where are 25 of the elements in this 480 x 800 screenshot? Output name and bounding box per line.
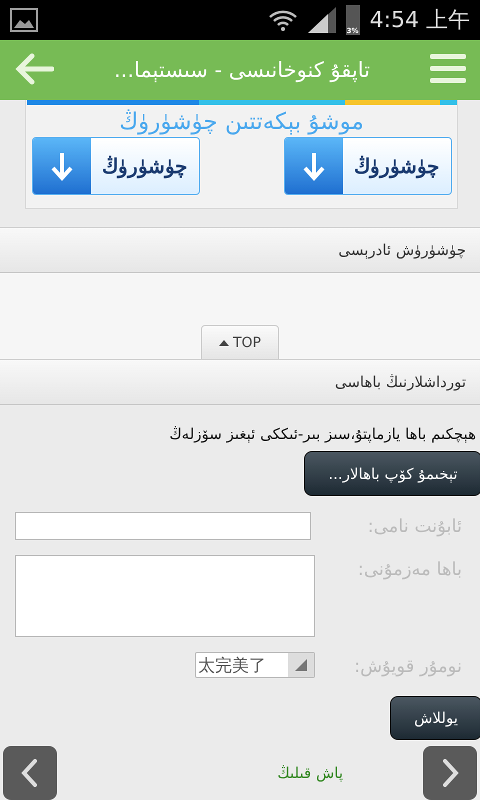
next-button[interactable] xyxy=(423,746,477,800)
dropdown-value: 太完美了 xyxy=(197,654,267,676)
image-icon xyxy=(10,8,38,32)
report-link[interactable]: پاش قىلىڭ xyxy=(57,764,423,782)
submit-button[interactable]: يوللاش xyxy=(390,696,480,740)
down-arrow-icon xyxy=(302,151,326,181)
caret-up-icon xyxy=(218,340,229,346)
input-field[interactable] xyxy=(15,512,311,540)
text-area[interactable] xyxy=(15,555,315,637)
top-button[interactable]: TOP xyxy=(201,325,279,361)
dropdown[interactable]: 太完美了 xyxy=(195,652,315,678)
page-title: تاپقۇ كنوخانىسى - سىستېما... xyxy=(112,58,372,82)
section-title: تورداشلارنىڭ باھاسى xyxy=(334,373,466,391)
download-button[interactable]: چۈشۈرۈڭ xyxy=(284,137,452,195)
previous-button[interactable] xyxy=(3,746,57,800)
more-comments-button[interactable]: تېخىمۇ كۆپ باھالار... xyxy=(304,451,480,496)
section-title: چۈشۈرۈش ئادرېسى xyxy=(338,241,466,259)
down-arrow-icon xyxy=(50,151,74,181)
download-button[interactable]: چۈشۈرۈڭ xyxy=(32,137,200,195)
clock: 4:54 上午 xyxy=(370,7,470,35)
dropdown-arrow-icon xyxy=(295,659,307,671)
banner-title: موشۇ بېكەتتىن چۈشۈرۈڭ xyxy=(119,109,364,135)
signal-icon xyxy=(308,7,336,33)
wifi-icon xyxy=(268,8,298,32)
no-comments-text: ھېچكىم باھا يازماپتۇ،سىز بىر-ئىككى ئېغىز سۆزلەڭ xyxy=(169,425,477,443)
